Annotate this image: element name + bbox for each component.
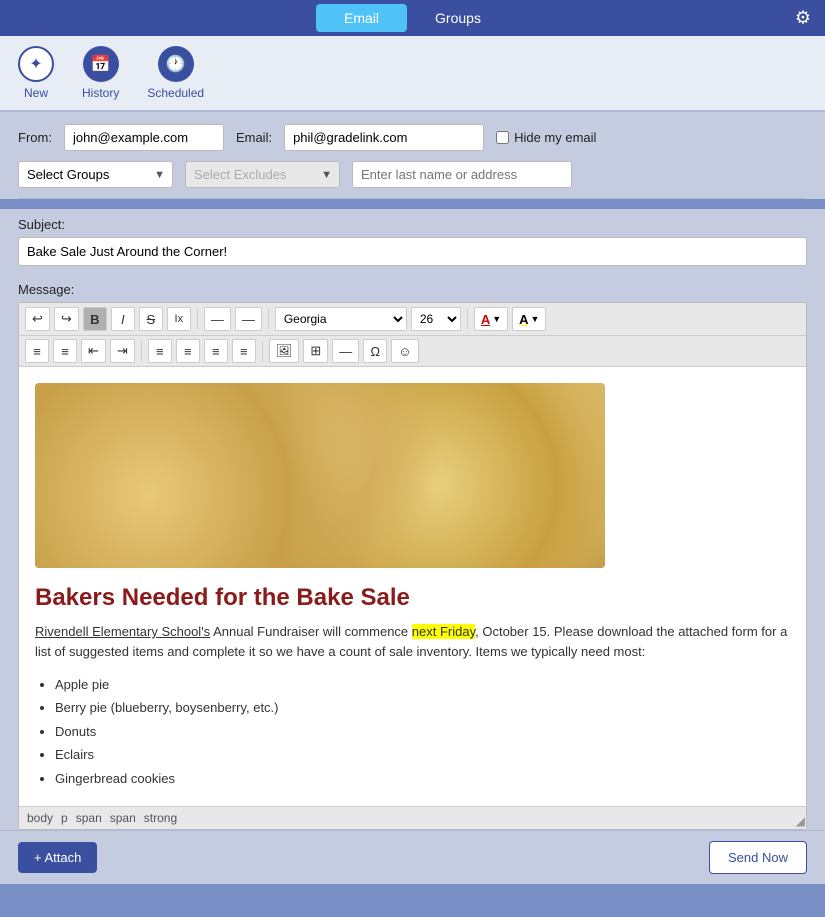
list-item: Berry pie (blueberry, boysenberry, etc.) <box>55 696 790 719</box>
email-label: Email: <box>236 130 272 145</box>
align-justify-button[interactable]: ≡ <box>232 339 256 363</box>
plain-text-button[interactable]: Ix <box>167 307 191 331</box>
font-family-select[interactable]: Georgia Arial Times New Roman <box>275 307 407 331</box>
form-divider <box>18 198 807 199</box>
list-item: Donuts <box>55 720 790 743</box>
indent-less-button[interactable]: ⇤ <box>81 339 106 363</box>
groups-select[interactable]: Select Groups <box>18 161 173 188</box>
bake-text-link: Rivendell Elementary School's <box>35 624 210 639</box>
list-item: Apple pie <box>55 673 790 696</box>
toolbar-row: ✦ New 📅 History 🕐 Scheduled <box>0 36 825 112</box>
resize-handle[interactable]: ◢ <box>796 814 805 828</box>
status-tag-strong: strong <box>144 811 177 825</box>
email-input[interactable] <box>284 124 484 151</box>
toolbar-separator-4 <box>141 341 142 361</box>
from-label: From: <box>18 130 52 145</box>
message-label: Message: <box>18 282 807 297</box>
send-button[interactable]: Send Now <box>709 841 807 874</box>
indent-more-button[interactable]: ⇥ <box>110 339 135 363</box>
align-right-button[interactable]: ≡ <box>204 339 228 363</box>
bg-color-label: A <box>519 312 528 327</box>
toolbar-scheduled[interactable]: 🕐 Scheduled <box>147 46 204 100</box>
unordered-list-button[interactable]: ≡ <box>53 339 77 363</box>
groups-select-wrapper: Select Groups ▼ <box>18 161 173 188</box>
editor-container: ↩ ↪ B I S Ix — — Georgia Arial Times New… <box>18 302 807 830</box>
redo-button[interactable]: ↪ <box>54 307 79 331</box>
subject-label: Subject: <box>18 217 807 232</box>
toolbar-separator-1 <box>197 309 198 329</box>
from-input[interactable] <box>64 124 224 151</box>
editor-toolbar-2: ≡ ≡ ⇤ ⇥ ≡ ≡ ≡ ≡ 🖼 ⊞ — Ω ☺ ◢ <box>19 336 806 367</box>
nav-tabs: Email Groups <box>316 4 509 32</box>
history-label: History <box>82 86 119 100</box>
scheduled-label: Scheduled <box>147 86 204 100</box>
bake-sale-image <box>35 383 605 568</box>
undo-button[interactable]: ↩ <box>25 307 50 331</box>
status-bar: body p span span strong <box>19 806 806 829</box>
special-char-button[interactable]: Ω <box>363 339 387 363</box>
hide-email-row: Hide my email <box>496 130 596 145</box>
status-tag-span2: span <box>110 811 136 825</box>
excludes-select-wrapper: Select Excludes ▼ <box>185 161 340 188</box>
form-row-2: Select Groups ▼ Select Excludes ▼ <box>18 161 807 188</box>
bake-title: Bakers Needed for the Bake Sale <box>35 584 790 612</box>
align-left-button[interactable]: ≡ <box>148 339 172 363</box>
hide-email-checkbox[interactable] <box>496 131 509 144</box>
unlink-button[interactable]: — <box>235 307 262 331</box>
font-color-label: A <box>481 312 490 327</box>
link-button[interactable]: — <box>204 307 231 331</box>
status-tag-body: body <box>27 811 53 825</box>
scheduled-icon: 🕐 <box>158 46 194 82</box>
bold-button[interactable]: B <box>83 307 107 331</box>
form-row-1: From: Email: Hide my email <box>18 124 807 151</box>
align-center-button[interactable]: ≡ <box>176 339 200 363</box>
insert-table-button[interactable]: ⊞ <box>303 339 328 363</box>
toolbar-separator-2 <box>268 309 269 329</box>
strikethrough-button[interactable]: S <box>139 307 163 331</box>
cookie-photo <box>35 383 605 568</box>
top-nav: Email Groups ⚙ <box>0 0 825 36</box>
bg-color-button[interactable]: A ▼ <box>512 307 546 331</box>
excludes-select[interactable]: Select Excludes <box>185 161 340 188</box>
list-item: Gingerbread cookies <box>55 767 790 790</box>
tab-groups[interactable]: Groups <box>407 4 509 32</box>
insert-hr-button[interactable]: — <box>332 339 359 363</box>
toolbar-separator-5 <box>262 341 263 361</box>
toolbar-separator-3 <box>467 309 468 329</box>
status-tag-p: p <box>61 811 68 825</box>
toolbar-new[interactable]: ✦ New <box>18 46 54 100</box>
tab-email[interactable]: Email <box>316 4 407 32</box>
address-input[interactable] <box>352 161 572 188</box>
form-area: From: Email: Hide my email Select Groups… <box>0 112 825 199</box>
editor-content[interactable]: Bakers Needed for the Bake Sale Rivendel… <box>19 367 806 806</box>
toolbar-history[interactable]: 📅 History <box>82 46 119 100</box>
font-color-dropdown: ▼ <box>492 314 501 324</box>
message-area: Message: ↩ ↪ B I S Ix — — Georgia Arial … <box>0 274 825 830</box>
editor-toolbar-1: ↩ ↪ B I S Ix — — Georgia Arial Times New… <box>19 303 806 336</box>
bottom-bar: + Attach Send Now <box>0 830 825 884</box>
gear-icon[interactable]: ⚙ <box>795 8 811 29</box>
ordered-list-button[interactable]: ≡ <box>25 339 49 363</box>
bake-list: Apple pie Berry pie (blueberry, boysenbe… <box>55 673 790 790</box>
hide-email-label: Hide my email <box>514 130 596 145</box>
editor-wrapper: ↩ ↪ B I S Ix — — Georgia Arial Times New… <box>18 302 807 830</box>
subject-input[interactable] <box>18 237 807 266</box>
new-icon: ✦ <box>18 46 54 82</box>
italic-button[interactable]: I <box>111 307 135 331</box>
font-color-button[interactable]: A ▼ <box>474 307 508 331</box>
history-icon: 📅 <box>83 46 119 82</box>
bg-color-dropdown: ▼ <box>531 314 540 324</box>
attach-button[interactable]: + Attach <box>18 842 97 873</box>
status-tag-span1: span <box>76 811 102 825</box>
insert-image-button[interactable]: 🖼 <box>269 339 300 363</box>
list-item: Eclairs <box>55 743 790 766</box>
font-size-select[interactable]: 26 12 14 18 24 36 <box>411 307 461 331</box>
bake-paragraph: Rivendell Elementary School's Annual Fun… <box>35 622 790 661</box>
new-label: New <box>24 86 48 100</box>
subject-area: Subject: <box>0 209 825 274</box>
emoji-button[interactable]: ☺ <box>391 339 418 363</box>
highlight-text: next Friday <box>412 624 475 639</box>
